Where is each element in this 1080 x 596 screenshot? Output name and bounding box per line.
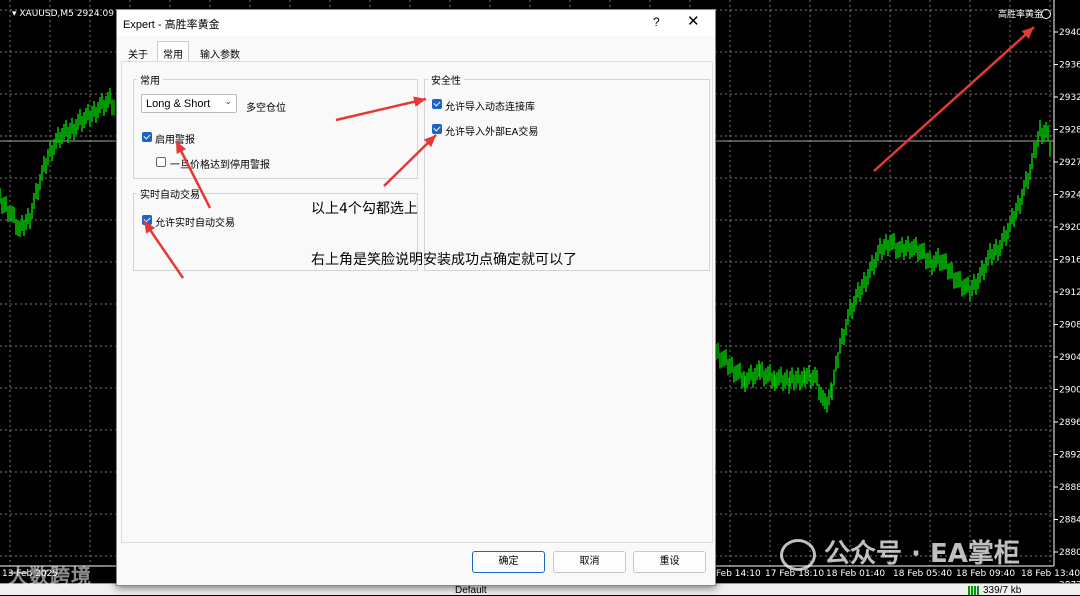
allow-live-trading-label: 允许实时自动交易 <box>155 218 235 229</box>
tab-common[interactable]: 常用 <box>157 41 189 62</box>
time-tick-label: 17 Feb 18:10 <box>765 569 824 579</box>
price-tick-label: 2932. <box>1059 93 1080 103</box>
time-tick-label: 18 Feb 13:40 <box>1021 569 1080 579</box>
price-tick-label: 2912. <box>1059 288 1080 298</box>
price-tick-label: 2908. <box>1059 321 1080 331</box>
tab-panel-common: 常用 安全性 实时自动交易 Long & Short ⌄ 多空仓位 启用警报 一旦… <box>121 61 713 543</box>
position-mode-select[interactable]: Long & Short ⌄ <box>141 94 237 113</box>
ok-button[interactable]: 确定 <box>472 551 545 573</box>
price-tick-label: 2928. <box>1059 126 1080 136</box>
allow-external-ea-label: 允许导入外部EA交易 <box>445 127 539 138</box>
allow-dll-checkbox[interactable] <box>432 99 442 109</box>
time-tick-label: 18 Feb 05:40 <box>893 569 952 579</box>
status-traffic: 339/7 kb <box>983 585 1022 596</box>
price-tick-label: 2888. <box>1059 483 1080 493</box>
watermark-right: 公众号 · EA掌柜 <box>780 533 1020 571</box>
enable-alerts-label: 启用警报 <box>155 135 195 146</box>
reset-button[interactable]: 重设 <box>633 551 706 573</box>
stop-alert-once-label: 一旦价格达到停用警报 <box>170 160 270 171</box>
watermark-right-text: 公众号 · EA掌柜 <box>824 539 1020 569</box>
tab-about[interactable]: 关于 <box>123 42 153 62</box>
group-common-label: 常用 <box>137 72 163 87</box>
allow-external-ea-checkbox[interactable] <box>432 124 442 134</box>
dialog-title: Expert - 高胜率黄金 <box>123 19 220 31</box>
close-icon[interactable]: ✕ <box>687 12 700 30</box>
time-tick-label: Feb 14:10 <box>716 569 761 579</box>
allow-dll-label: 允许导入动态连接库 <box>445 102 535 113</box>
enable-alerts-checkbox[interactable] <box>142 132 152 142</box>
chevron-down-icon: ⌄ <box>224 97 232 107</box>
cancel-button[interactable]: 取消 <box>553 551 626 573</box>
price-tick-label: 2940. <box>1059 28 1080 38</box>
help-icon[interactable]: ? <box>653 15 660 29</box>
price-tick-label: 2900. <box>1059 386 1080 396</box>
annotation-check-all: 以上4个勾都选上 <box>311 201 418 217</box>
time-tick-label: 18 Feb 09:40 <box>956 569 1015 579</box>
price-tick-label: 2896. <box>1059 418 1080 428</box>
status-profile: Default <box>455 585 487 596</box>
price-tick-label: 2936. <box>1059 61 1080 71</box>
price-tick-label: 2904. <box>1059 353 1080 363</box>
dialog-titlebar: Expert - 高胜率黄金 ? ✕ <box>117 10 715 36</box>
price-tick-label: 2927. <box>1059 158 1080 168</box>
price-tick-label: 2884. <box>1059 516 1080 526</box>
price-tick-label: 2916. <box>1059 256 1080 266</box>
group-security-label: 安全性 <box>428 72 464 87</box>
time-tick-label: 18 Feb 01:40 <box>826 569 885 579</box>
allow-live-trading-checkbox[interactable] <box>142 215 152 225</box>
position-mode-label: 多空仓位 <box>246 103 286 114</box>
expert-dialog: Expert - 高胜率黄金 ? ✕ 关于 常用 输入参数 常用 安全性 实时自… <box>116 9 716 586</box>
wechat-icon <box>780 538 816 571</box>
ea-name-label: 高胜率黄金 <box>998 8 1043 20</box>
group-autotrade-label: 实时自动交易 <box>137 186 203 201</box>
tab-inputs[interactable]: 输入参数 <box>195 42 245 62</box>
position-mode-value: Long & Short <box>146 98 211 110</box>
watermark-left: 大数跨境 <box>8 564 92 588</box>
annotation-smiley-note: 右上角是笑脸说明安装成功点确定就可以了 <box>311 252 577 268</box>
stop-alert-once-checkbox[interactable] <box>156 157 166 167</box>
price-tick-label: 2920. <box>1059 223 1080 233</box>
price-tick-label: 2924. <box>1059 191 1080 201</box>
price-tick-label: 2892. <box>1059 451 1080 461</box>
price-tick-label: 2880. <box>1059 548 1080 558</box>
